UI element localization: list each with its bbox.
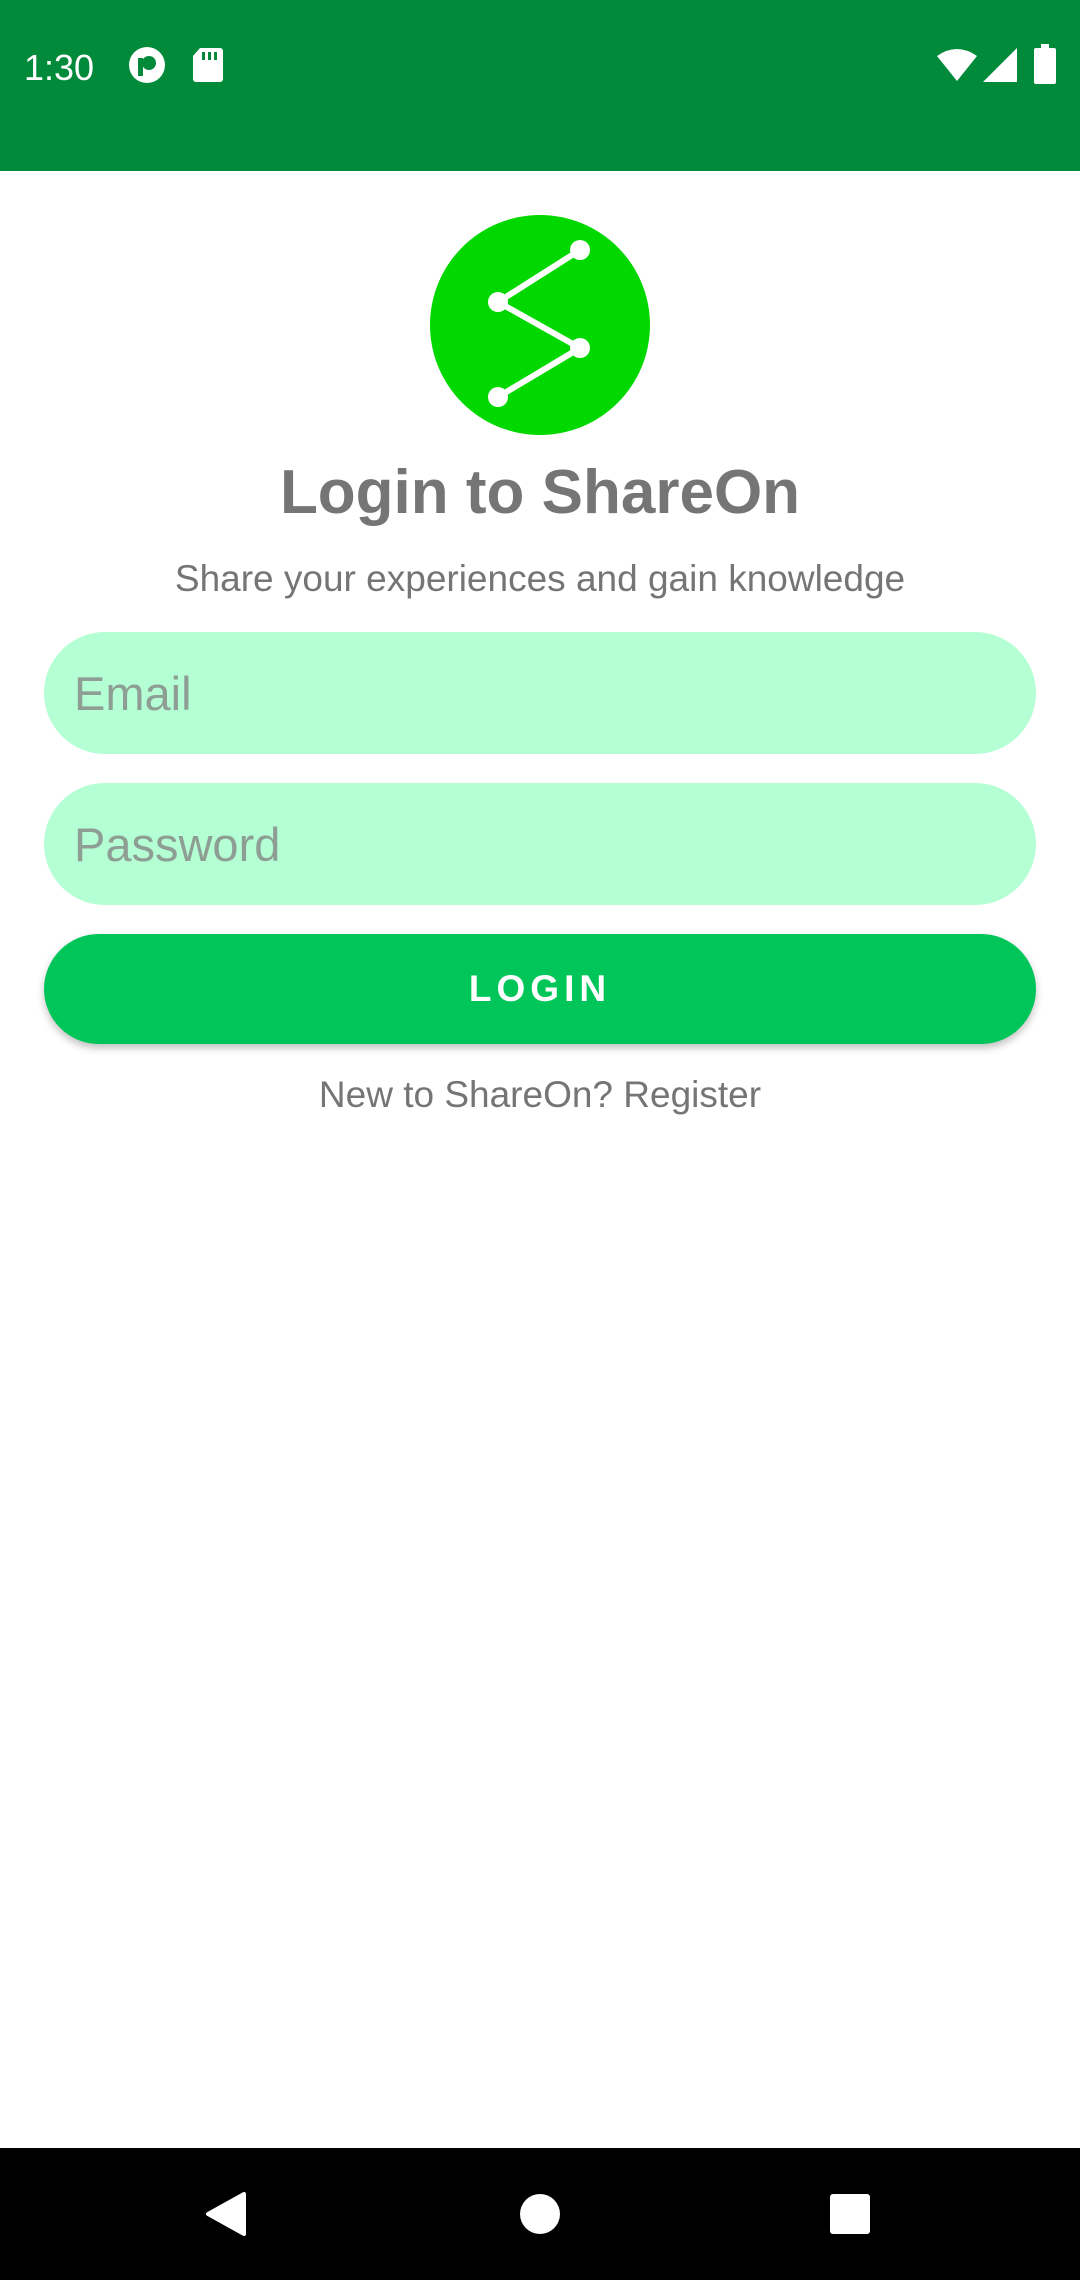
page-subtitle: Share your experiences and gain knowledg… xyxy=(174,558,906,599)
login-button[interactable]: LOGIN xyxy=(44,934,1036,1044)
pocket-casts-icon xyxy=(129,47,165,83)
share-icon xyxy=(430,215,650,435)
page-title: Login to ShareOn xyxy=(279,458,801,527)
home-button[interactable] xyxy=(500,2174,580,2254)
home-icon xyxy=(520,2194,560,2234)
navigation-bar xyxy=(0,2148,1080,2280)
recents-icon xyxy=(830,2194,870,2234)
password-field[interactable] xyxy=(44,783,1036,905)
battery-icon xyxy=(1034,44,1056,84)
email-field[interactable] xyxy=(44,632,1036,754)
status-bar: 1:30 xyxy=(0,0,1080,171)
wifi-icon xyxy=(937,49,977,81)
login-screen: Login to ShareOn Share your experiences … xyxy=(0,171,1080,2148)
back-button[interactable] xyxy=(186,2174,266,2254)
recents-button[interactable] xyxy=(810,2174,890,2254)
sd-card-icon xyxy=(193,48,223,82)
back-icon xyxy=(206,2192,246,2236)
register-link[interactable]: New to ShareOn? Register xyxy=(0,1071,1080,1119)
signal-icon xyxy=(983,48,1017,82)
status-time: 1:30 xyxy=(24,47,95,88)
